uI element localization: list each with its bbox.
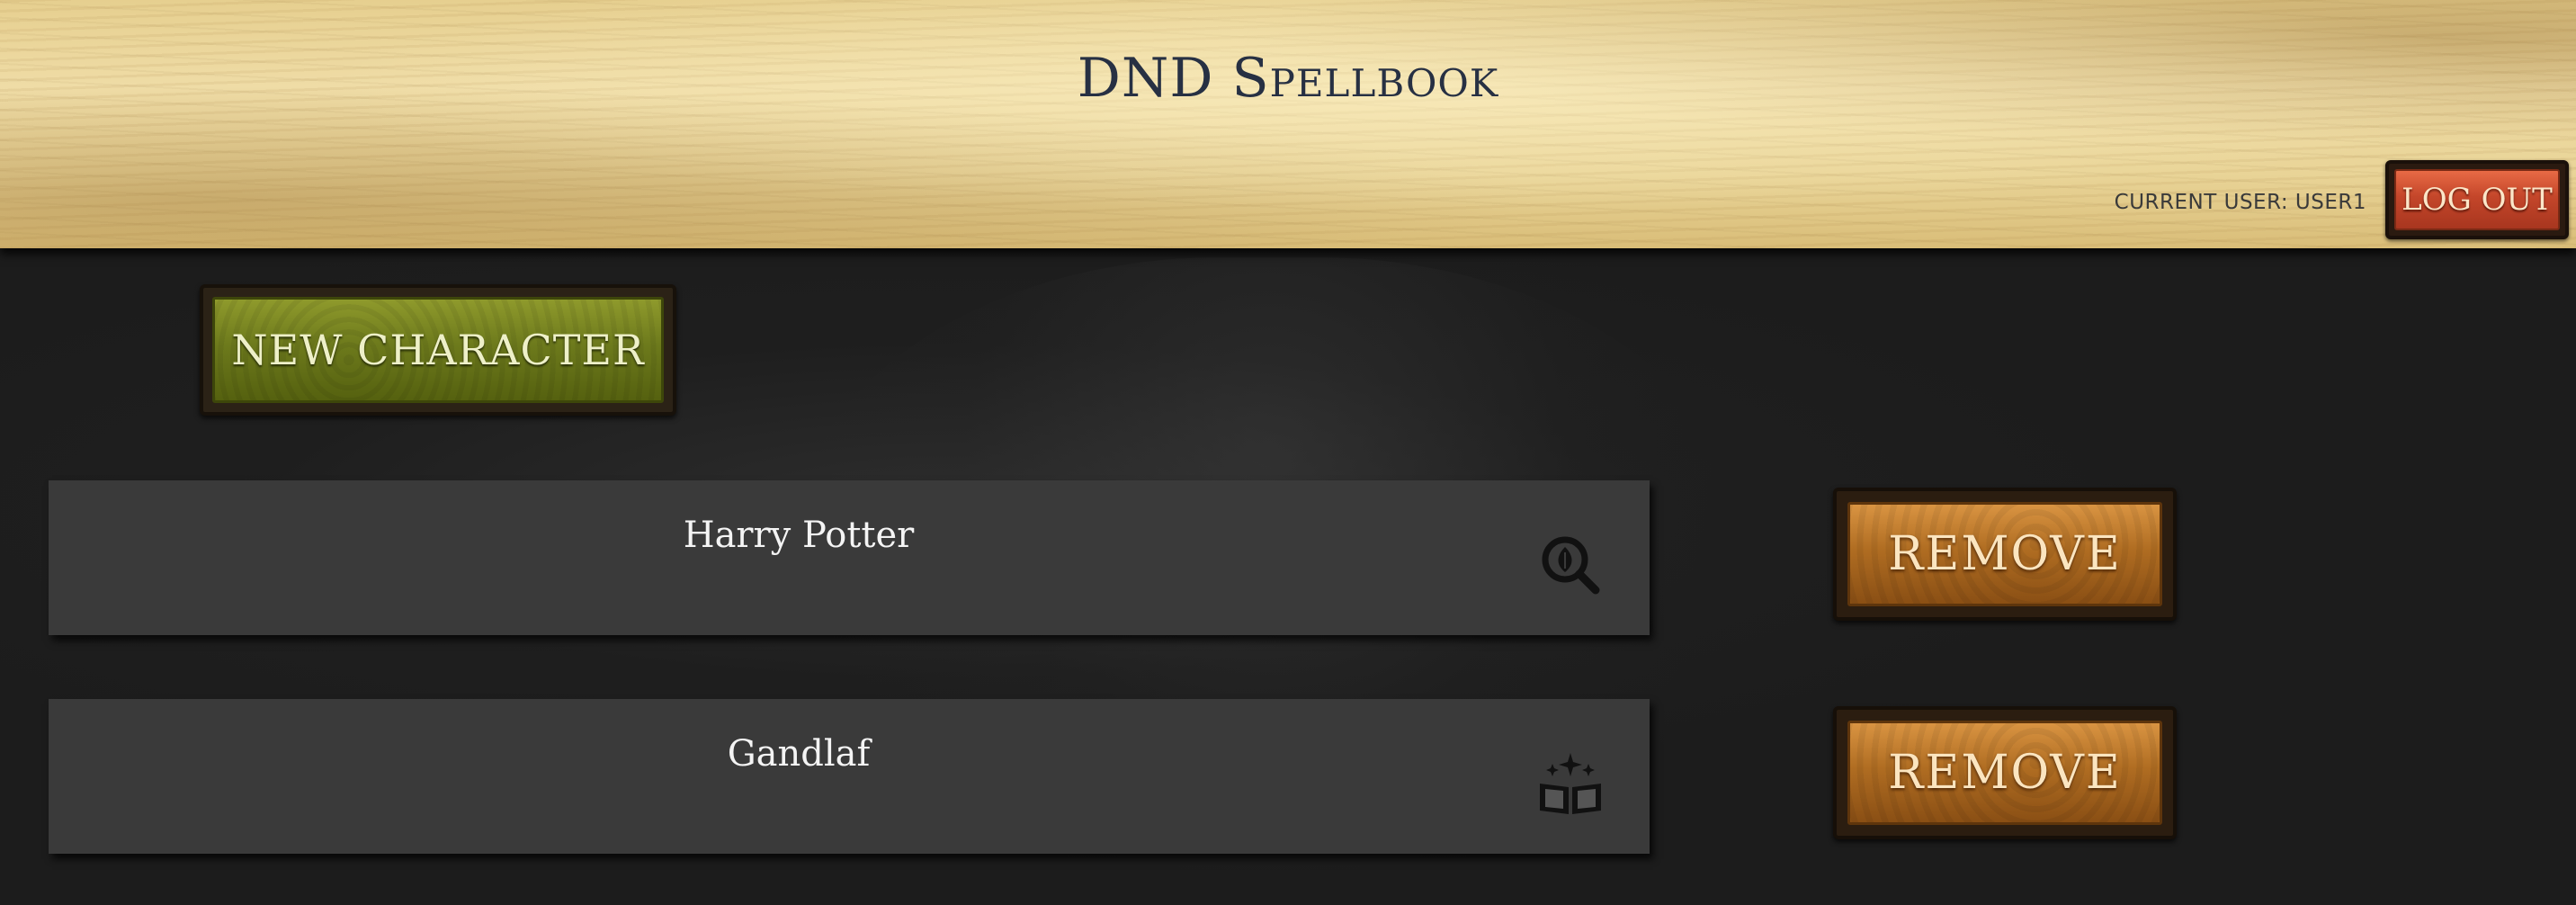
- remove-character-button[interactable]: REMOVE: [1833, 488, 2177, 621]
- remove-button-label: REMOVE: [1847, 502, 2162, 606]
- magnifier-leaf-icon: [1542, 536, 1600, 595]
- current-user-label: CURRENT USER: USER1: [2114, 191, 2366, 214]
- remove-character-button[interactable]: REMOVE: [1833, 706, 2177, 839]
- app-root: DND Spellbook CURRENT USER: USER1 LOG OU…: [0, 0, 2576, 905]
- remove-button-label: REMOVE: [1847, 721, 2162, 825]
- page-title: DND Spellbook: [1077, 47, 1499, 110]
- logout-button-label: LOG OUT: [2394, 169, 2560, 230]
- character-name: Gandlaf: [727, 733, 871, 775]
- page-header: DND Spellbook CURRENT USER: USER1 LOG OU…: [0, 0, 2576, 248]
- new-character-button-label: NEW CHARACTER: [212, 297, 664, 403]
- character-card[interactable]: Harry Potter: [49, 480, 1650, 635]
- spellbook-sparkle-icon: [1540, 753, 1601, 814]
- new-character-button[interactable]: NEW CHARACTER: [200, 284, 676, 416]
- logout-button[interactable]: LOG OUT: [2385, 160, 2569, 239]
- character-card[interactable]: Gandlaf: [49, 699, 1650, 854]
- character-name: Harry Potter: [683, 515, 915, 556]
